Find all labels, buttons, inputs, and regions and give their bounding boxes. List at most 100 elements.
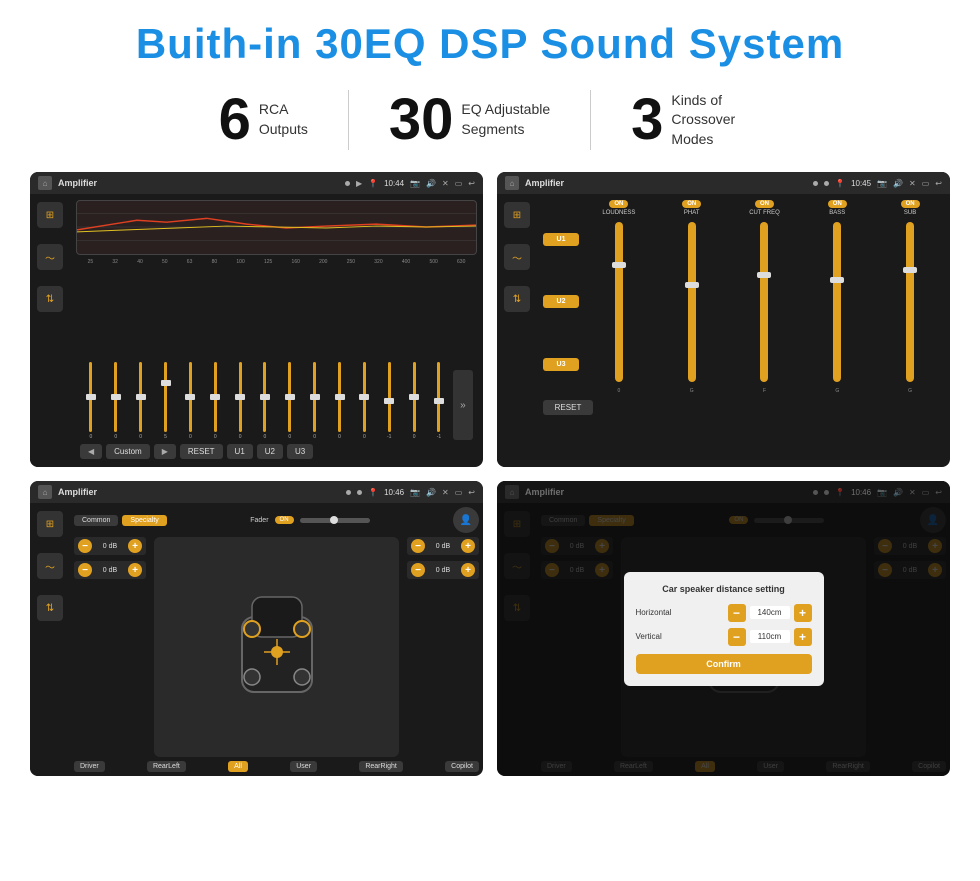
spkf-icon-3[interactable]: ⇅ (37, 595, 63, 621)
eq-sidebar-icon-3[interactable]: ⇅ (37, 286, 63, 312)
spkf-vol-control-rr: − 0 dB + (407, 561, 479, 579)
confirm-button[interactable]: Confirm (636, 654, 812, 674)
cross-win: ▭ (922, 179, 930, 188)
eq-left-sidebar: ⊞ 〜 ⇅ (30, 194, 70, 467)
page-title: Buith-in 30EQ DSP Sound System (30, 20, 950, 68)
fader-toggle[interactable]: ON (275, 516, 294, 524)
cross-preset-u1[interactable]: U1 (543, 233, 579, 246)
eq-slider-9[interactable]: 0 (304, 362, 326, 440)
vol-plus-fr[interactable]: + (461, 539, 475, 553)
home-icon[interactable]: ⌂ (38, 176, 52, 190)
vol-plus-rr[interactable]: + (461, 563, 475, 577)
vol-plus-rl[interactable]: + (128, 563, 142, 577)
loudness-toggle[interactable]: ON (609, 200, 628, 208)
spkf-close: ✕ (442, 488, 449, 497)
close-icon-eq: ✕ (442, 179, 449, 188)
stat-number-eq: 30 (389, 91, 454, 149)
rearleft-button[interactable]: RearLeft (147, 761, 186, 772)
eq-play-button[interactable]: ▶ (154, 444, 176, 459)
vertical-plus-button[interactable]: + (794, 628, 812, 646)
crossover-screen: ⌂ Amplifier 📍 10:45 📷 🔊 ✕ ▭ ↩ ⊞ 〜 ⇅ (497, 172, 950, 467)
eq-main-area: 25 32 40 50 63 80 100 125 160 200 250 32… (70, 194, 483, 467)
spkf-back[interactable]: ↩ (468, 488, 475, 497)
horizontal-minus-button[interactable]: − (728, 604, 746, 622)
vol-minus-rl[interactable]: − (78, 563, 92, 577)
crossover-content: ⊞ 〜 ⇅ U1 U2 U3 (497, 194, 950, 467)
eq-u1-button[interactable]: U1 (227, 444, 253, 459)
spkf-win: ▭ (455, 488, 463, 497)
play-icon: ▶ (356, 179, 362, 188)
cross-sidebar-icon-2[interactable]: 〜 (504, 244, 530, 270)
eq-slider-14[interactable]: -1 (428, 362, 450, 440)
eq-slider-13[interactable]: 0 (403, 362, 425, 440)
eq-reset-button[interactable]: RESET (180, 444, 223, 459)
eq-sidebar-icon-1[interactable]: ⊞ (37, 202, 63, 228)
vertical-minus-button[interactable]: − (728, 628, 746, 646)
eq-slider-10[interactable]: 0 (329, 362, 351, 440)
stat-crossover: 3 Kinds of Crossover Modes (591, 91, 801, 150)
bass-toggle[interactable]: ON (828, 200, 847, 208)
spkf-vol: 🔊 (426, 488, 436, 497)
eq-slider-11[interactable]: 0 (353, 362, 375, 440)
cross-sidebar-icon-3[interactable]: ⇅ (504, 286, 530, 312)
spkf-icon-2[interactable]: 〜 (37, 553, 63, 579)
cross-back[interactable]: ↩ (935, 179, 942, 188)
channel-cutfreq: ON CUT FREQ F (731, 200, 799, 394)
fader-slider[interactable] (300, 518, 370, 523)
stat-rca: 6 RCA Outputs (179, 91, 348, 149)
rearright-button[interactable]: RearRight (359, 761, 403, 772)
cross-sidebar-icon-1[interactable]: ⊞ (504, 202, 530, 228)
eq-custom-button[interactable]: Custom (106, 444, 150, 459)
cross-preset-u3[interactable]: U3 (543, 358, 579, 371)
location-icon: 📍 (368, 179, 378, 188)
eq-freq-labels: 25 32 40 50 63 80 100 125 160 200 250 32… (76, 259, 477, 265)
back-icon-eq[interactable]: ↩ (468, 179, 475, 188)
eq-slider-8[interactable]: 0 (279, 362, 301, 440)
eq-u3-button[interactable]: U3 (287, 444, 313, 459)
bass-label: BASS (829, 210, 845, 216)
spkf-tab-common[interactable]: Common (74, 515, 118, 526)
vol-minus-fl[interactable]: − (78, 539, 92, 553)
eq-status-bar: ⌂ Amplifier ▶ 📍 10:44 📷 🔊 ✕ ▭ ↩ (30, 172, 483, 194)
eq-slider-7[interactable]: 0 (254, 362, 276, 440)
copilot-button[interactable]: Copilot (445, 761, 479, 772)
user-button[interactable]: User (290, 761, 317, 772)
vol-plus-fl[interactable]: + (128, 539, 142, 553)
cross-home-icon[interactable]: ⌂ (505, 176, 519, 190)
eq-slider-2[interactable]: 0 (130, 362, 152, 440)
eq-prev-button[interactable]: ◀ (80, 444, 102, 459)
spkf-tab-specialty[interactable]: Specialty (122, 515, 166, 526)
spkf-home[interactable]: ⌂ (38, 485, 52, 499)
phat-val: G (690, 388, 694, 394)
cutfreq-toggle[interactable]: ON (755, 200, 774, 208)
cross-status-dot2 (824, 181, 829, 186)
horizontal-plus-button[interactable]: + (794, 604, 812, 622)
driver-button[interactable]: Driver (74, 761, 105, 772)
vol-minus-rr[interactable]: − (411, 563, 425, 577)
eq-screen-title: Amplifier (58, 178, 339, 188)
cross-channels-area: ON LOUDNESS 0 ON PHAT (585, 200, 944, 394)
all-button[interactable]: All (228, 761, 248, 772)
cross-preset-u2[interactable]: U2 (543, 295, 579, 308)
sub-toggle[interactable]: ON (901, 200, 920, 208)
eq-sidebar-icon-2[interactable]: 〜 (37, 244, 63, 270)
eq-expand-button[interactable]: » (453, 370, 473, 440)
eq-slider-4[interactable]: 0 (179, 362, 201, 440)
cross-presets: U1 U2 U3 (543, 200, 579, 394)
cross-reset-button[interactable]: RESET (543, 400, 593, 415)
horizontal-control: − 140cm + (728, 604, 812, 622)
eq-slider-12[interactable]: -1 (378, 362, 400, 440)
eq-slider-5[interactable]: 0 (204, 362, 226, 440)
fader-icon-button[interactable]: 👤 (453, 507, 479, 533)
eq-u2-button[interactable]: U2 (257, 444, 283, 459)
eq-slider-3[interactable]: 5 (155, 362, 177, 440)
vol-val-fl: 0 dB (96, 543, 124, 550)
spkf-icon-1[interactable]: ⊞ (37, 511, 63, 537)
spkf-dot2 (357, 490, 362, 495)
eq-slider-0[interactable]: 0 (80, 362, 102, 440)
eq-slider-6[interactable]: 0 (229, 362, 251, 440)
vol-minus-fr[interactable]: − (411, 539, 425, 553)
channel-phat: ON PHAT G (658, 200, 726, 394)
eq-slider-1[interactable]: 0 (105, 362, 127, 440)
phat-toggle[interactable]: ON (682, 200, 701, 208)
